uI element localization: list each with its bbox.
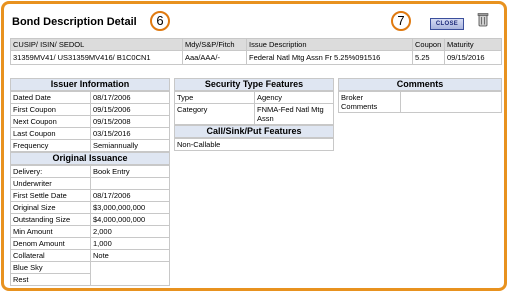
issuer-information-title: Issuer Information	[10, 78, 170, 91]
cell-maturity: 09/15/2016	[444, 50, 502, 65]
value-cell: Note	[90, 249, 170, 262]
page-title: Bond Description Detail	[12, 16, 137, 28]
label-cell: Denom Amount	[10, 237, 91, 250]
table-row: Denom Amount 1,000	[10, 237, 170, 250]
issuer-information-table: Dated Date 08/17/2006 First Coupon 09/15/2…	[10, 91, 170, 152]
table-row: Broker Comments	[338, 91, 502, 113]
comments-table: Broker Comments	[338, 91, 502, 113]
value-cell	[90, 177, 170, 190]
table-row: Frequency Semiannually	[10, 139, 170, 152]
table-row: Last Coupon 03/15/2016	[10, 127, 170, 140]
value-cell: 09/15/2008	[90, 115, 170, 128]
value-cell: $4,000,000,000	[90, 213, 170, 226]
col-header-issue-description: Issue Description	[246, 38, 413, 51]
comments-section: Comments Broker Comments	[338, 78, 502, 113]
table-row: Dated Date 08/17/2006	[10, 91, 170, 104]
label-cell: Collateral	[10, 249, 91, 262]
original-issuance-table: Delivery: Book Entry Underwriter First Se…	[10, 165, 170, 286]
label-cell: Frequency	[10, 139, 91, 152]
table-row: First Settle Date 08/17/2006	[10, 189, 170, 202]
security-type-title: Security Type Features	[174, 78, 334, 91]
table-row: Outstanding Size $4,000,000,000	[10, 213, 170, 226]
security-type-table: Type Agency Category FNMA-Fed Natl Mtg Ass…	[174, 91, 334, 125]
table-row: Category FNMA-Fed Natl Mtg Assn	[174, 103, 334, 125]
issuer-information-section: Issuer Information Dated Date 08/17/2006 …	[10, 78, 170, 286]
original-issuance-title: Original Issuance	[10, 152, 170, 165]
cell-rating: Aaa/AAA/-	[182, 50, 247, 65]
value-cell: 1,000	[90, 237, 170, 250]
value-cell: 03/15/2016	[90, 127, 170, 140]
bond-main-header-row: CUSIP/ ISIN/ SEDOL Mdy/S&P/Fitch Issue D…	[10, 38, 502, 51]
col-header-coupon: Coupon	[412, 38, 445, 51]
table-row: Non-Callable	[174, 138, 334, 151]
label-cell: Original Size	[10, 201, 91, 214]
bond-description-window: Bond Description Detail 6 7 CLOSE CUSIP/…	[1, 1, 507, 291]
broker-comments-value	[400, 91, 502, 113]
broker-comments-label: Broker Comments	[338, 91, 401, 113]
table-row: Min Amount 2,000	[10, 225, 170, 238]
table-row: Next Coupon 09/15/2008	[10, 115, 170, 128]
table-row: Delivery: Book Entry	[10, 165, 170, 178]
bond-main-table: CUSIP/ ISIN/ SEDOL Mdy/S&P/Fitch Issue D…	[10, 38, 502, 65]
label-cell: Outstanding Size	[10, 213, 91, 226]
table-row: Blue Sky	[10, 261, 170, 286]
security-type-section: Security Type Features Type Agency Catego…	[174, 78, 334, 151]
cell-issue-description: Federal Natl Mtg Assn Fr 5.25%091516	[246, 50, 413, 65]
call-sink-put-table: Non-Callable	[174, 138, 334, 151]
label-cell: Rest	[10, 273, 91, 286]
table-row: Original Size $3,000,000,000	[10, 201, 170, 214]
value-cell: Agency	[254, 91, 334, 104]
marker-left: 6	[150, 11, 170, 31]
value-cell: 2,000	[90, 225, 170, 238]
value-cell	[90, 261, 170, 286]
label-cell: Dated Date	[10, 91, 91, 104]
value-cell: 08/17/2006	[90, 189, 170, 202]
label-cell: Underwriter	[10, 177, 91, 190]
cell-cusip: 31359MV41/ US31359MV416/ B1C0CN1	[10, 50, 183, 65]
table-row: Underwriter	[10, 177, 170, 190]
col-header-rating: Mdy/S&P/Fitch	[182, 38, 247, 51]
call-sink-put-value: Non-Callable	[174, 138, 334, 151]
table-row: Type Agency	[174, 91, 334, 104]
value-cell: FNMA-Fed Natl Mtg Assn	[254, 103, 334, 125]
value-cell: Book Entry	[90, 165, 170, 178]
value-cell: Semiannually	[90, 139, 170, 152]
call-sink-put-title: Call/Sink/Put Features	[174, 125, 334, 138]
table-row: First Coupon 09/15/2006	[10, 103, 170, 116]
col-header-maturity: Maturity	[444, 38, 502, 51]
label-cell: Blue Sky	[10, 261, 91, 274]
label-cell: Next Coupon	[10, 115, 91, 128]
label-cell: Last Coupon	[10, 127, 91, 140]
col-header-cusip: CUSIP/ ISIN/ SEDOL	[10, 38, 183, 51]
label-cell: Category	[174, 103, 255, 125]
marker-right: 7	[391, 11, 411, 31]
table-row: Collateral Note	[10, 249, 170, 262]
label-cell: Min Amount	[10, 225, 91, 238]
trash-icon[interactable]	[477, 12, 489, 27]
comments-title: Comments	[338, 78, 502, 91]
bond-main-data-row: 31359MV41/ US31359MV416/ B1C0CN1 Aaa/AAA…	[10, 50, 502, 65]
cell-coupon: 5.25	[412, 50, 445, 65]
close-button[interactable]: CLOSE	[430, 18, 464, 30]
label-cell: First Coupon	[10, 103, 91, 116]
value-cell: 09/15/2006	[90, 103, 170, 116]
label-cell: First Settle Date	[10, 189, 91, 202]
value-cell: $3,000,000,000	[90, 201, 170, 214]
value-cell: 08/17/2006	[90, 91, 170, 104]
label-cell: Delivery:	[10, 165, 91, 178]
label-cell: Type	[174, 91, 255, 104]
